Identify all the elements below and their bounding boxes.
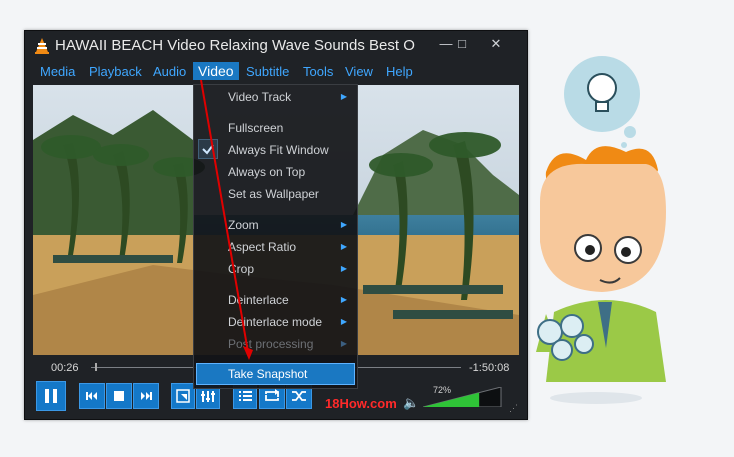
lightbulb-cartoon-illustration xyxy=(536,56,666,404)
